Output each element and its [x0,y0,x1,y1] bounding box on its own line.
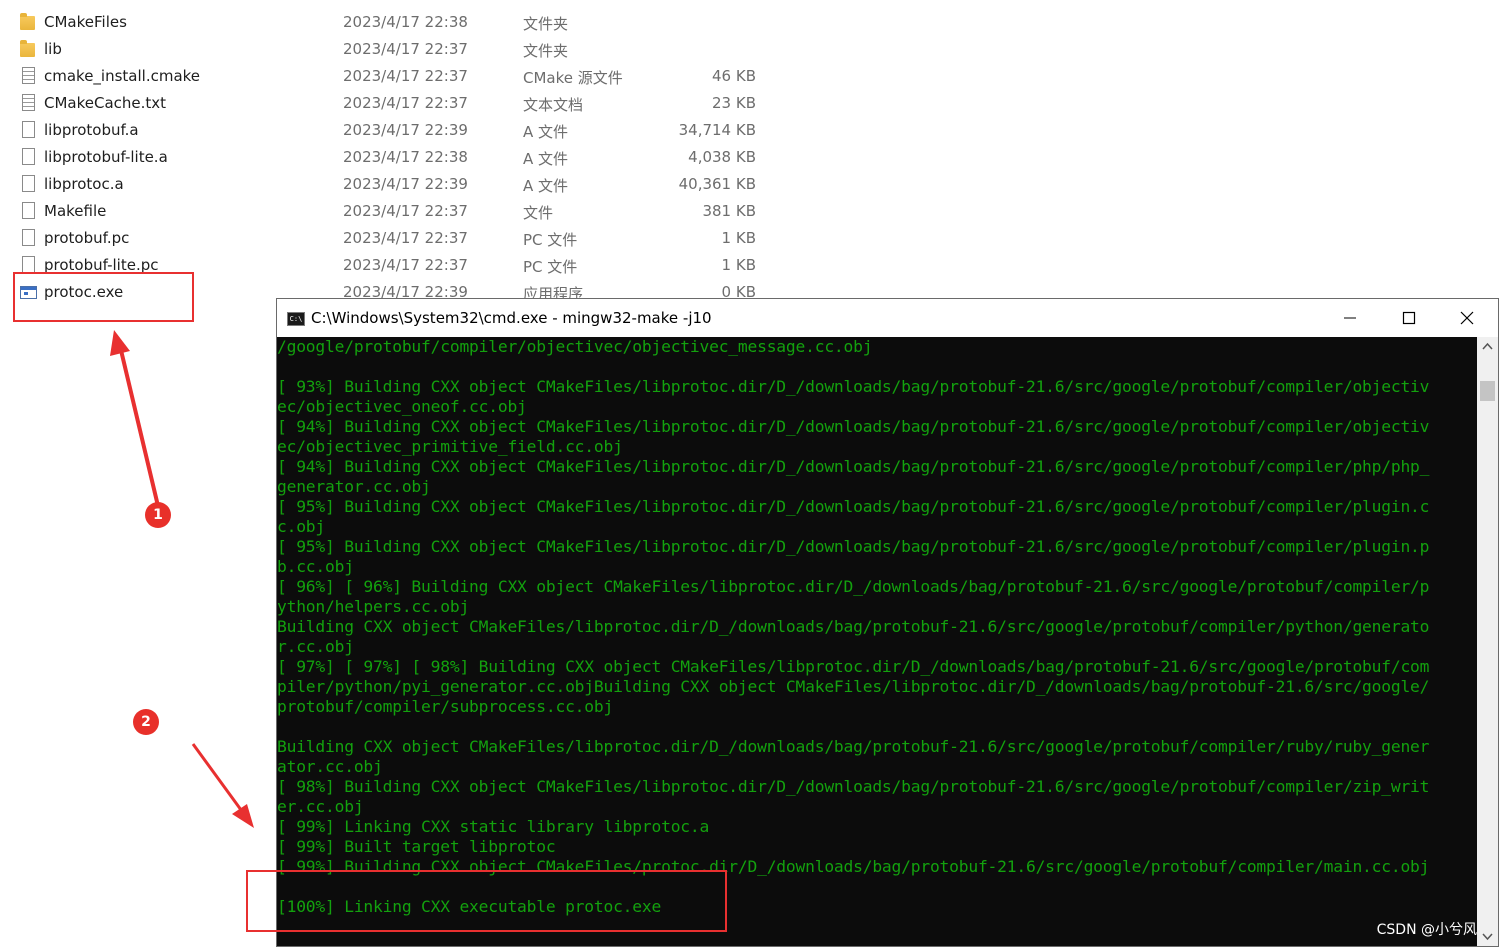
annotation-badge-2: 2 [133,709,159,735]
arrow-2-head [232,804,254,828]
annotation-arrows [110,330,254,828]
annotation-badge-1: 1 [145,502,171,528]
arrow-2-line [191,743,246,815]
arrow-1-head [110,330,130,356]
arrow-1-line [118,345,160,507]
watermark-text: CSDN @小兮风 [1376,922,1477,938]
